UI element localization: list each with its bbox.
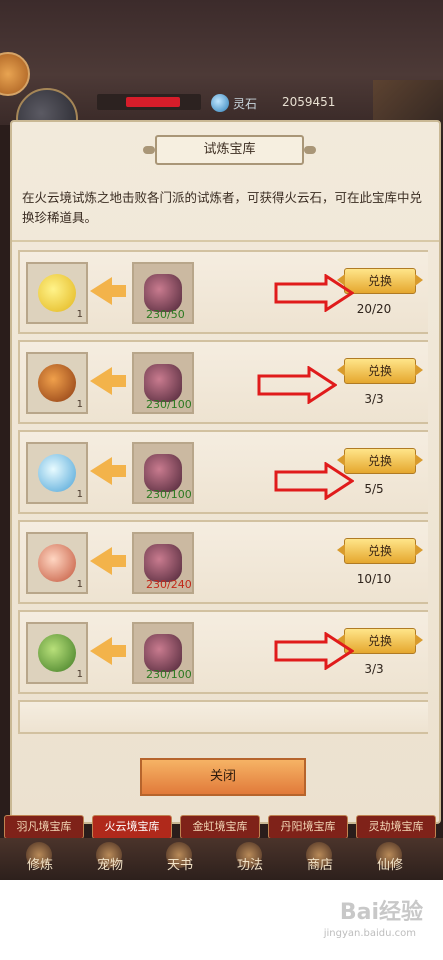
list-item: 1 230/100 兑换 3/3 [18,610,428,694]
tab-yufan[interactable]: 羽凡境宝库 [4,815,84,839]
currency-value: 2059451 [282,95,336,109]
reward-qty: 1 [76,309,83,320]
cost-slot[interactable]: 230/100 [132,622,194,684]
fire-cloud-stone-icon [144,634,182,672]
cost-slot[interactable]: 230/100 [132,442,194,504]
reward-qty: 1 [76,669,83,680]
cost-qty: 230/100 [146,668,192,681]
game-logo-icon[interactable] [0,52,30,96]
tab-jinhong[interactable]: 金虹境宝库 [180,815,260,839]
exchange-button[interactable]: 兑换 [344,628,416,654]
nav-tianshu[interactable]: 天书 [160,854,200,873]
list-item: 1 230/100 兑换 3/3 [18,340,428,424]
exchange-button[interactable]: 兑换 [344,268,416,294]
watermark-area: Bai经验 jingyan.baidu.com [0,880,443,960]
list-item: 1 230/240 兑换 10/10 [18,520,428,604]
player-name-redacted [126,97,180,107]
nav-cultivation[interactable]: 修炼 [20,854,60,873]
treasury-panel: 试炼宝库 在火云境试炼之地击败各门派的试炼者，可获得火云石，可在此宝库中兑换珍稀… [10,120,441,824]
list-item: 1 230/100 兑换 5/5 [18,430,428,514]
exchange-count: 10/10 [356,572,392,586]
exchange-button[interactable]: 兑换 [344,358,416,384]
reward-qty: 1 [76,399,83,410]
treasury-tabs: 羽凡境宝库 火云境宝库 金虹境宝库 丹阳境宝库 灵劫境宝库 [0,815,443,839]
arrow-left-icon [90,547,130,575]
reward-slot[interactable]: 1 [26,622,88,684]
gourd-icon [38,364,76,402]
arrow-left-icon [90,637,130,665]
panel-description: 在火云境试炼之地击败各门派的试炼者，可获得火云石，可在此宝库中兑换珍稀道具。 [22,190,423,225]
reward-qty: 1 [76,489,83,500]
herb-plant-icon [38,634,76,672]
annotation-arrow-icon [274,461,355,501]
fire-cloud-stone-icon [144,454,182,492]
tea-cup-icon [38,454,76,492]
spirit-stone-icon [211,94,229,112]
reward-item-icon [38,274,76,312]
annotation-arrow-icon [257,365,338,405]
fire-cloud-stone-icon [144,274,182,312]
arrow-left-icon [90,367,130,395]
exchange-count: 3/3 [364,392,384,406]
currency-label: 灵石 [233,97,258,111]
divider [12,240,439,242]
list-item: 1 230/50 兑换 20/20 [18,250,428,334]
fire-cloud-stone-icon [144,364,182,402]
bottom-nav: 修炼 宠物 天书 功法 商店 仙修 [0,838,443,880]
arrow-left-icon [90,457,130,485]
reward-qty: 1 [76,579,83,590]
tab-linglie[interactable]: 灵劫境宝库 [356,815,436,839]
cost-slot[interactable]: 230/50 [132,262,194,324]
exchange-button[interactable]: 兑换 [344,448,416,474]
nav-shop[interactable]: 商店 [300,854,340,873]
cost-qty: 230/100 [146,398,192,411]
reward-slot[interactable]: 1 [26,442,88,504]
reward-slot[interactable]: 1 [26,532,88,594]
cost-slot[interactable]: 230/100 [132,352,194,414]
annotation-arrow-icon [274,273,355,313]
arrow-left-icon [90,277,130,305]
nav-pet[interactable]: 宠物 [90,854,130,873]
tab-danyang[interactable]: 丹阳境宝库 [268,815,348,839]
cost-qty: 230/100 [146,488,192,501]
close-button[interactable]: 关闭 [140,758,306,796]
tab-huoyun[interactable]: 火云境宝库 [92,815,172,839]
nav-gongfa[interactable]: 功法 [230,854,270,873]
nav-xianxiu[interactable]: 仙修 [370,854,410,873]
baidu-watermark: Bai经验 [339,900,423,925]
top-hud: 灵石 2059451 [0,0,443,150]
scroll-icon [38,544,76,582]
list-item-partial [18,700,428,734]
cost-slot[interactable]: 230/240 [132,532,194,594]
annotation-arrow-icon [274,631,355,671]
fire-cloud-stone-icon [144,544,182,582]
cost-qty: 230/50 [146,308,185,321]
page-title: 试炼宝库 [143,135,316,165]
cost-qty: 230/240 [146,578,192,591]
exchange-button[interactable]: 兑换 [344,538,416,564]
reward-slot[interactable]: 1 [26,262,88,324]
watermark-url: jingyan.baidu.com [323,928,416,939]
reward-slot[interactable]: 1 [26,352,88,414]
